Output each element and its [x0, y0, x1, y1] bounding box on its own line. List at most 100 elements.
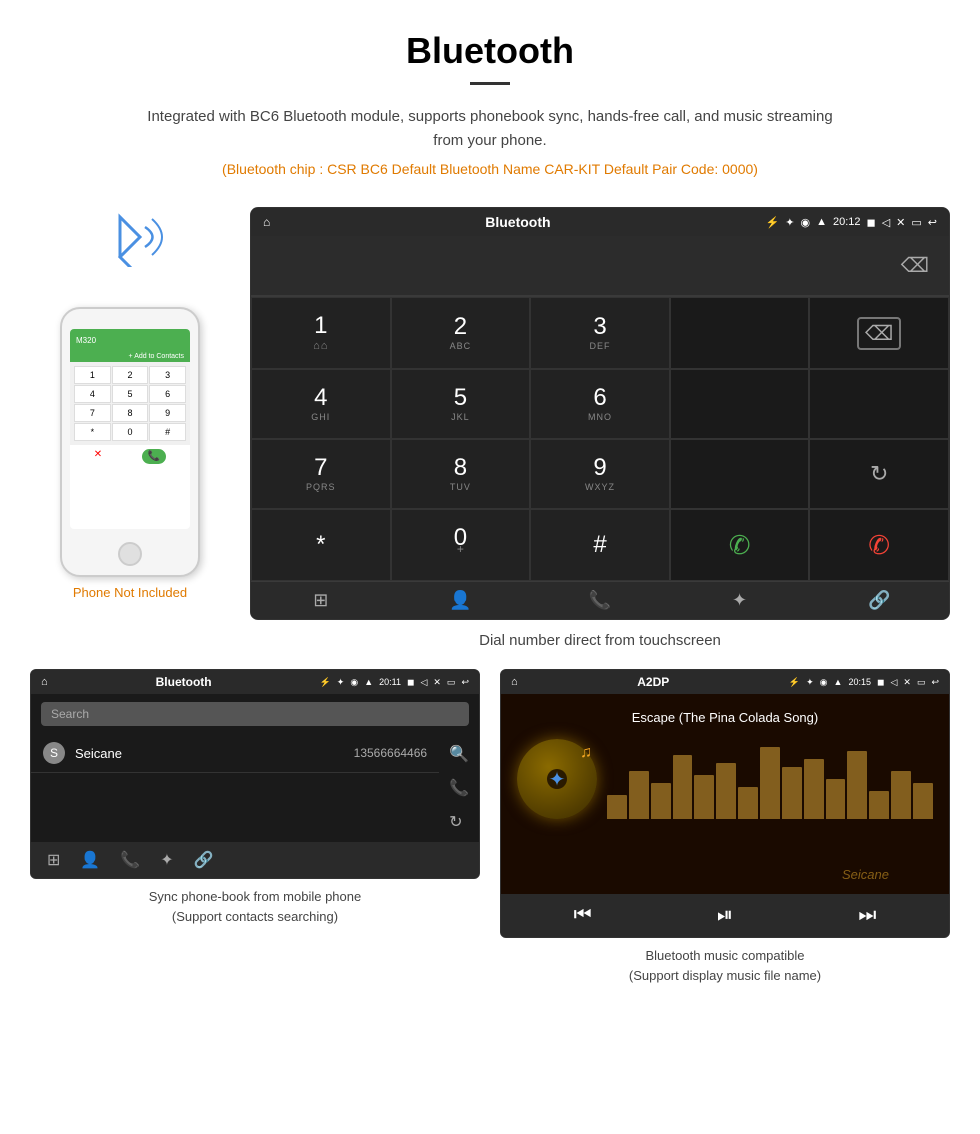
- pb-bt-icon: ✦: [337, 677, 345, 688]
- wifi-icon: ▲: [816, 216, 827, 228]
- eq-bars: [607, 739, 933, 819]
- nav-contacts[interactable]: 👤: [391, 590, 531, 611]
- eq-bar: [869, 791, 889, 819]
- phone-key: 7: [74, 404, 111, 422]
- music-content: ✦ ♫: [517, 739, 933, 819]
- dial-caption: Dial number direct from touchscreen: [250, 620, 950, 669]
- music-bt-icon: ✦: [806, 677, 814, 688]
- pb-usb-icon: ⚡: [320, 677, 331, 688]
- music-loc-icon: ◉: [820, 677, 828, 688]
- seicane-watermark: Seicane: [842, 867, 889, 882]
- pb-title: Bluetooth: [156, 675, 212, 689]
- eq-bar: [694, 775, 714, 819]
- search-side-icon[interactable]: 🔍: [449, 744, 469, 764]
- dial-key-4[interactable]: 4 GHI: [251, 369, 391, 439]
- eq-bar: [847, 751, 867, 819]
- call-icon: ✆: [729, 530, 751, 561]
- pb-nav-recents[interactable]: 📞: [120, 850, 140, 870]
- status-icons: ⚡ ✦ ◉ ▲ 20:12 ◼ ◁ ✕ ▭ ↩: [766, 216, 937, 229]
- backspace-btn[interactable]: ⌫: [901, 253, 929, 278]
- dial-status-bar: ⌂ Bluetooth ⚡ ✦ ◉ ▲ 20:12 ◼ ◁ ✕ ▭ ↩: [251, 208, 949, 236]
- bottom-nav: ⊞ 👤 📞 ✦ 🔗: [251, 581, 949, 619]
- dial-key-refresh[interactable]: ↻: [809, 439, 949, 509]
- eq-bar: [826, 779, 846, 819]
- dial-key-2[interactable]: 2 ABC: [391, 297, 531, 369]
- eq-bar: [738, 787, 758, 819]
- nav-recents[interactable]: 📞: [530, 590, 670, 611]
- dial-key-0[interactable]: 0 +: [391, 509, 531, 581]
- play-pause-btn[interactable]: ⏯: [717, 904, 733, 927]
- pb-nav-bt[interactable]: ✦: [160, 850, 173, 870]
- phone-screen: M320 + Add to Contacts 1 2 3 4 5 6 7 8 9…: [70, 329, 190, 529]
- pb-nav-link[interactable]: 🔗: [194, 850, 214, 870]
- phonebook-screen: ⌂ Bluetooth ⚡ ✦ ◉ ▲ 20:11 ◼ ◁ ✕ ▭ ↩ Sear…: [30, 669, 480, 879]
- page-title: Bluetooth: [20, 30, 960, 72]
- dial-key-empty-4: [670, 439, 810, 509]
- dial-key-8[interactable]: 8 TUV: [391, 439, 531, 509]
- pb-nav-dialpad[interactable]: ⊞: [47, 850, 60, 870]
- phone-key: 9: [149, 404, 186, 422]
- pb-contact-row[interactable]: S Seicane 13566664466: [31, 734, 439, 773]
- dial-key-empty-3: [809, 369, 949, 439]
- call-side-icon[interactable]: 📞: [449, 778, 469, 798]
- music-screen: ⌂ A2DP ⚡ ✦ ◉ ▲ 20:15 ◼ ◁ ✕ ▭ ↩ Escape (T…: [500, 669, 950, 938]
- pb-caption-line2: (Support contacts searching): [172, 909, 338, 924]
- dial-key-6[interactable]: 6 MNO: [530, 369, 670, 439]
- music-title: A2DP: [524, 675, 783, 689]
- music-cam-icon: ◼: [877, 677, 884, 688]
- bluetooth-specs: (Bluetooth chip : CSR BC6 Default Blueto…: [20, 161, 960, 177]
- music-usb-icon: ⚡: [789, 677, 800, 688]
- music-status-bar: ⌂ A2DP ⚡ ✦ ◉ ▲ 20:15 ◼ ◁ ✕ ▭ ↩: [501, 670, 949, 694]
- eq-bar: [913, 783, 933, 819]
- dial-key-hash[interactable]: #: [530, 509, 670, 581]
- pb-bottom-nav: ⊞ 👤 📞 ✦ 🔗: [31, 842, 479, 878]
- pb-nav-contacts[interactable]: 👤: [80, 850, 100, 870]
- dial-key-star[interactable]: *: [251, 509, 391, 581]
- refresh-side-icon[interactable]: ↻: [449, 812, 469, 832]
- dial-key-empty-2: [670, 369, 810, 439]
- music-vol-icon: ◁: [890, 677, 897, 688]
- dial-key-end[interactable]: ✆: [809, 509, 949, 581]
- music-back-icon: ↩: [931, 677, 939, 688]
- phone-key: 4: [74, 385, 111, 403]
- dial-key-5[interactable]: 5 JKL: [391, 369, 531, 439]
- dial-key-1[interactable]: 1 ⌂⌂: [251, 297, 391, 369]
- music-caption: Bluetooth music compatible (Support disp…: [500, 938, 950, 993]
- dial-key-9[interactable]: 9 WXYZ: [530, 439, 670, 509]
- dial-key-7[interactable]: 7 PQRS: [251, 439, 391, 509]
- dial-key-backspace[interactable]: ⌫: [809, 297, 949, 369]
- phone-key: 0: [112, 423, 149, 441]
- bt-signal-icon: [90, 207, 170, 267]
- pb-win-icon: ▭: [447, 677, 456, 688]
- dial-key-call[interactable]: ✆: [670, 509, 810, 581]
- nav-dialpad[interactable]: ⊞: [251, 590, 391, 611]
- dial-key-3[interactable]: 3 DEF: [530, 297, 670, 369]
- next-btn[interactable]: ⏭: [858, 904, 876, 927]
- music-equalizer: [607, 739, 933, 819]
- pb-search-bar[interactable]: Search: [41, 702, 469, 726]
- dial-screen: ⌂ Bluetooth ⚡ ✦ ◉ ▲ 20:12 ◼ ◁ ✕ ▭ ↩ ⌫: [250, 207, 950, 620]
- pb-vol-icon: ◁: [420, 677, 427, 688]
- eq-bar: [891, 771, 911, 819]
- window-icon: ▭: [911, 216, 921, 229]
- phonebook-caption: Sync phone-book from mobile phone (Suppo…: [30, 879, 480, 934]
- pb-wifi-icon: ▲: [364, 677, 373, 687]
- pb-caption-line1: Sync phone-book from mobile phone: [149, 889, 361, 904]
- eq-bar: [629, 771, 649, 819]
- music-home-icon: ⌂: [511, 676, 518, 688]
- pb-time: 20:11: [379, 677, 401, 687]
- nav-bluetooth[interactable]: ✦: [670, 590, 810, 611]
- prev-btn[interactable]: ⏮: [574, 904, 592, 927]
- phonebook-wrapper: ⌂ Bluetooth ⚡ ✦ ◉ ▲ 20:11 ◼ ◁ ✕ ▭ ↩ Sear…: [30, 669, 480, 993]
- phone-key: *: [74, 423, 111, 441]
- music-close-icon: ✕: [903, 677, 911, 688]
- bottom-screenshots: ⌂ Bluetooth ⚡ ✦ ◉ ▲ 20:11 ◼ ◁ ✕ ▭ ↩ Sear…: [0, 669, 980, 1013]
- backspace-icon: ⌫: [857, 317, 901, 350]
- pb-side-icons: 🔍 📞 ↻: [439, 734, 479, 842]
- dialpad-grid: 1 ⌂⌂ 2 ABC 3 DEF ⌫ 4 GHI: [251, 296, 949, 581]
- pb-cam-icon: ◼: [407, 677, 414, 688]
- nav-link[interactable]: 🔗: [809, 590, 949, 611]
- pb-back-icon: ↩: [461, 677, 469, 688]
- music-note-icon: ♫: [580, 744, 592, 762]
- eq-bar: [760, 747, 780, 819]
